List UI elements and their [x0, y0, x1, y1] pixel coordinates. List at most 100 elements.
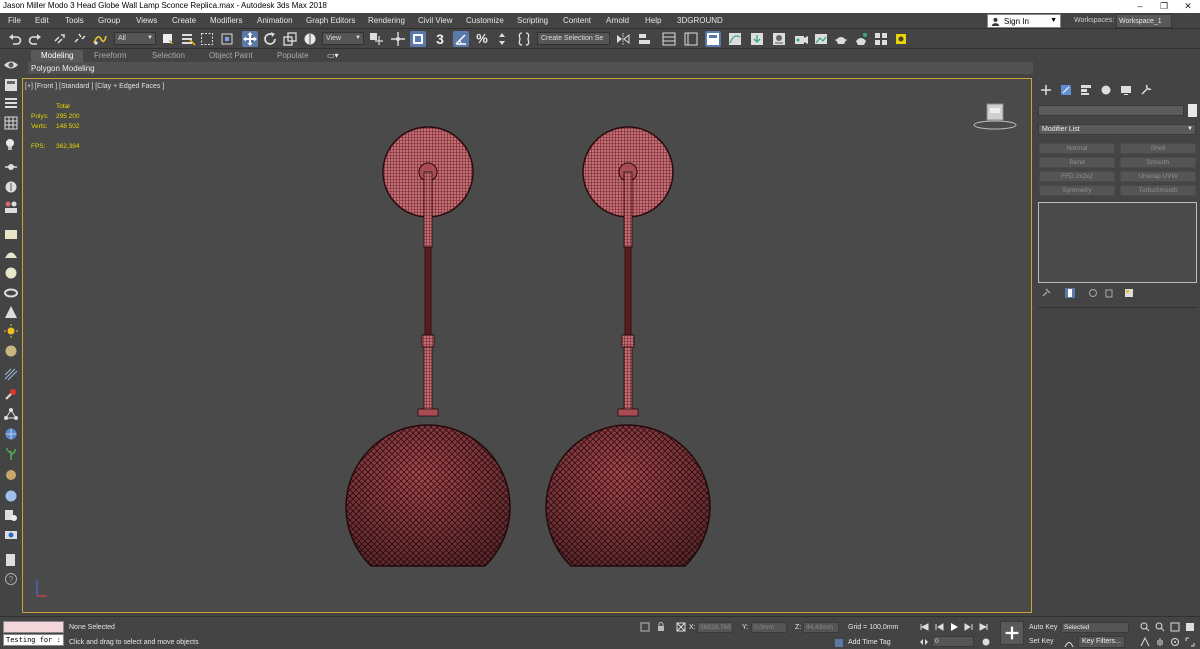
- percent-snap-icon[interactable]: %: [474, 31, 490, 47]
- viewport-label[interactable]: [+] [Front ] [Standard ] [Clay + Edged F…: [25, 83, 164, 90]
- set-key-icon[interactable]: [1000, 621, 1024, 645]
- sun-icon[interactable]: [3, 324, 19, 338]
- make-unique-icon[interactable]: [1088, 288, 1098, 298]
- people-icon[interactable]: [3, 200, 19, 214]
- set-key-button[interactable]: Set Key: [1029, 638, 1054, 645]
- key-selection-dropdown[interactable]: Selected: [1061, 622, 1129, 633]
- key-filters-button[interactable]: Key Filters...: [1078, 636, 1125, 648]
- select-manipulate-icon[interactable]: [390, 31, 406, 47]
- y-coord-field[interactable]: 0,0mm: [751, 622, 787, 633]
- menu-views[interactable]: Views: [136, 16, 157, 25]
- modifier-symmetry-button[interactable]: Symmetry: [1039, 185, 1115, 196]
- lamp-left[interactable]: [345, 126, 511, 567]
- zoom-all-icon[interactable]: [1155, 622, 1165, 632]
- select-and-rotate-icon[interactable]: [262, 31, 278, 47]
- render-iterative-icon[interactable]: [853, 31, 869, 47]
- toggle-ribbon-icon[interactable]: [705, 31, 721, 47]
- viewcube[interactable]: [973, 101, 1017, 131]
- menu-graph-editors[interactable]: Graph Editors: [306, 16, 355, 25]
- sphere-icon[interactable]: [3, 266, 19, 280]
- select-and-place-icon[interactable]: [302, 31, 318, 47]
- angle-snap-icon[interactable]: [453, 31, 469, 47]
- modify-tab-icon[interactable]: [1060, 84, 1072, 96]
- menu-create[interactable]: Create: [172, 16, 196, 25]
- maximize-viewport-icon[interactable]: [1185, 637, 1195, 647]
- zoom-extents-icon[interactable]: [1170, 622, 1180, 632]
- tab-freeform[interactable]: Freeform: [94, 51, 126, 60]
- front-viewport[interactable]: [+] [Front ] [Standard ] [Clay + Edged F…: [22, 78, 1032, 613]
- viewport-layout-icon[interactable]: [3, 58, 19, 72]
- add-time-tag-label[interactable]: Add Time Tag: [848, 639, 891, 646]
- edit-named-selections-icon[interactable]: [516, 31, 532, 47]
- clipboard-icon[interactable]: [3, 553, 19, 567]
- globe-icon[interactable]: [3, 427, 19, 441]
- keyboard-shortcut-toggle-icon[interactable]: [410, 31, 426, 47]
- modifier-normal-button[interactable]: Normal: [1039, 143, 1115, 154]
- menu-3dground[interactable]: 3DGROUND: [677, 16, 723, 25]
- modifier-bend-button[interactable]: Bend: [1039, 157, 1115, 168]
- isolate-selection-icon[interactable]: [640, 622, 650, 632]
- current-frame-field[interactable]: 0: [932, 636, 974, 647]
- tab-modeling[interactable]: Modeling: [31, 50, 84, 62]
- time-tag-icon[interactable]: [834, 638, 844, 648]
- layer-list-icon[interactable]: [3, 97, 19, 111]
- help-icon[interactable]: ?: [3, 572, 19, 586]
- walk-through-icon[interactable]: [3, 180, 19, 194]
- render-toggle-icon[interactable]: [3, 528, 19, 542]
- bind-spacewarp-icon[interactable]: [92, 31, 108, 47]
- menu-rendering[interactable]: Rendering: [368, 16, 405, 25]
- modifier-shell-button[interactable]: Shell: [1120, 143, 1196, 154]
- create-tab-icon[interactable]: [1040, 84, 1052, 96]
- curve-editor-icon[interactable]: [727, 31, 743, 47]
- undo-icon[interactable]: [7, 31, 23, 47]
- scene-explorer-icon[interactable]: [3, 78, 19, 92]
- absolute-mode-icon[interactable]: [676, 622, 686, 632]
- menu-help[interactable]: Help: [645, 16, 661, 25]
- default-tangents-icon[interactable]: [1064, 638, 1074, 648]
- menu-arnold[interactable]: Arnold: [606, 16, 629, 25]
- previous-frame-icon[interactable]: [934, 622, 944, 632]
- menu-modifiers[interactable]: Modifiers: [210, 16, 242, 25]
- menu-content[interactable]: Content: [563, 16, 591, 25]
- time-configuration-icon[interactable]: [981, 637, 991, 647]
- object-properties-icon[interactable]: [3, 508, 19, 522]
- named-selection-dropdown[interactable]: Create Selection Se: [537, 32, 610, 45]
- pin-stack-icon[interactable]: [1041, 288, 1051, 298]
- tab-populate[interactable]: Populate: [277, 51, 309, 60]
- play-icon[interactable]: [949, 622, 959, 632]
- toggle-scene-explorer-icon[interactable]: [683, 31, 699, 47]
- modifier-ffd-button[interactable]: FFD 2x2x2: [1039, 171, 1115, 182]
- show-end-result-icon[interactable]: [1065, 288, 1075, 298]
- ribbon-options-icon[interactable]: ▭▾: [327, 51, 339, 60]
- field-of-view-icon[interactable]: [1140, 637, 1150, 647]
- select-and-scale-icon[interactable]: [282, 31, 298, 47]
- key-mode-icon[interactable]: [919, 637, 929, 647]
- grid-icon[interactable]: [3, 116, 19, 130]
- material-sphere-icon[interactable]: [3, 344, 19, 358]
- plant-icon[interactable]: [3, 447, 19, 461]
- layer-explorer-icon[interactable]: [661, 31, 677, 47]
- material-editor-icon[interactable]: [771, 31, 787, 47]
- close-button[interactable]: ✕: [1176, 0, 1200, 13]
- tab-object-paint[interactable]: Object Paint: [209, 51, 253, 60]
- go-to-end-icon[interactable]: [979, 622, 989, 632]
- restore-button[interactable]: ❐: [1152, 0, 1176, 13]
- network-icon[interactable]: [3, 407, 19, 421]
- a360-gallery-icon[interactable]: [893, 31, 909, 47]
- select-by-name-icon[interactable]: [180, 31, 196, 47]
- auto-key-button[interactable]: Auto Key: [1029, 624, 1057, 631]
- schematic-view-icon[interactable]: [749, 31, 765, 47]
- selection-lock-icon[interactable]: [656, 622, 666, 632]
- utilities-tab-icon[interactable]: [1140, 84, 1152, 96]
- hierarchy-tab-icon[interactable]: [1080, 84, 1092, 96]
- align-icon[interactable]: [637, 31, 653, 47]
- redo-icon[interactable]: [27, 31, 43, 47]
- x-coord-field[interactable]: 38828,768: [697, 622, 733, 633]
- modifier-turbosmooth-button[interactable]: TurboSmooth: [1120, 185, 1196, 196]
- tab-selection[interactable]: Selection: [152, 51, 185, 60]
- object-name-field[interactable]: [1038, 105, 1184, 116]
- menu-tools[interactable]: Tools: [65, 16, 84, 25]
- menu-civil-view[interactable]: Civil View: [418, 16, 453, 25]
- menu-scripting[interactable]: Scripting: [517, 16, 548, 25]
- render-setup-icon[interactable]: [793, 31, 809, 47]
